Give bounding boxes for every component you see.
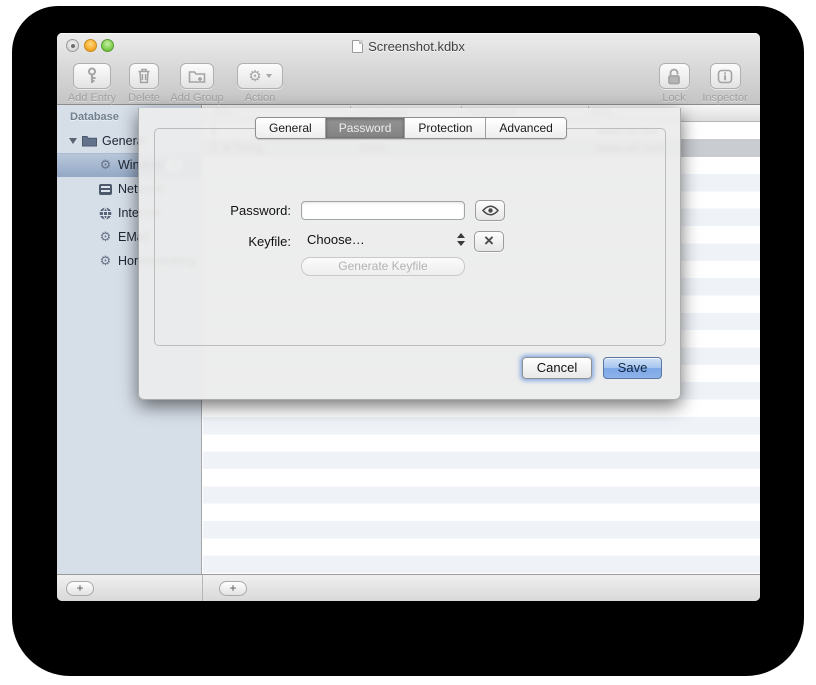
- tab-password[interactable]: Password: [326, 118, 406, 138]
- keyfile-popup[interactable]: Choose…: [307, 232, 365, 247]
- tab-protection[interactable]: Protection: [405, 118, 486, 138]
- folder-icon: [82, 135, 97, 147]
- gear-icon: ⚙: [98, 231, 113, 244]
- clear-keyfile-button[interactable]: ×: [474, 231, 504, 252]
- sidebar-divider: [202, 575, 203, 601]
- globe-icon: [98, 207, 113, 220]
- toolbar-label: Lock: [655, 92, 693, 104]
- show-password-button[interactable]: [475, 200, 505, 221]
- password-input[interactable]: [301, 201, 465, 220]
- toolbar-inspector[interactable]: Inspector: [701, 63, 749, 104]
- gear-icon: ⚙: [248, 69, 261, 84]
- add-group-button[interactable]: +: [66, 581, 94, 596]
- disclosure-triangle-icon[interactable]: [69, 138, 77, 144]
- key-icon: [84, 67, 100, 85]
- keyfile-label: Keyfile:: [179, 234, 291, 249]
- bottom-bar: + +: [57, 574, 760, 601]
- save-button[interactable]: Save: [603, 357, 662, 379]
- toolbar-delete[interactable]: Delete: [119, 63, 169, 104]
- toolbar-label: Inspector: [701, 92, 749, 104]
- eye-icon: [482, 205, 499, 216]
- generate-keyfile-button[interactable]: Generate Keyfile: [301, 257, 465, 276]
- toolbar-action[interactable]: ⚙ Action: [235, 63, 285, 104]
- padlock-open-icon: [666, 68, 682, 85]
- toolbar-lock[interactable]: Lock: [655, 63, 693, 104]
- tab-advanced[interactable]: Advanced: [486, 118, 565, 138]
- toolbar-label: Add Entry: [67, 92, 117, 104]
- toolbar-label: Delete: [119, 92, 169, 104]
- cancel-button[interactable]: Cancel: [522, 357, 592, 379]
- info-icon: [717, 69, 733, 84]
- sidebar-section-header: Database: [70, 111, 119, 123]
- toolbar-label: Action: [235, 92, 285, 104]
- toolbar-label: Add Group: [169, 92, 225, 104]
- toolbar-add-entry[interactable]: Add Entry: [67, 63, 117, 104]
- tab-general[interactable]: General: [256, 118, 326, 138]
- add-entry-button[interactable]: +: [219, 581, 247, 596]
- popup-stepper-icon[interactable]: [457, 233, 465, 246]
- toolbar-add-group[interactable]: Add Group: [169, 63, 225, 104]
- password-label: Password:: [179, 203, 291, 218]
- gear-icon: ⚙: [98, 159, 113, 172]
- chevron-down-icon: [266, 74, 272, 78]
- tab-bar: General Password Protection Advanced: [255, 117, 567, 139]
- document-icon: [352, 40, 363, 53]
- x-icon: ×: [484, 232, 494, 249]
- gear-icon: ⚙: [98, 255, 113, 268]
- server-icon: [98, 184, 113, 195]
- titlebar-toolbar: Screenshot.kdbx Add Entry Delete: [57, 33, 760, 105]
- window-title: Screenshot.kdbx: [57, 39, 760, 54]
- trash-icon: [137, 68, 151, 84]
- folder-plus-icon: [188, 69, 206, 84]
- app-window: Screenshot.kdbx Add Entry Delete: [57, 33, 760, 601]
- database-settings-sheet: General Password Protection Advanced Pas…: [138, 108, 681, 400]
